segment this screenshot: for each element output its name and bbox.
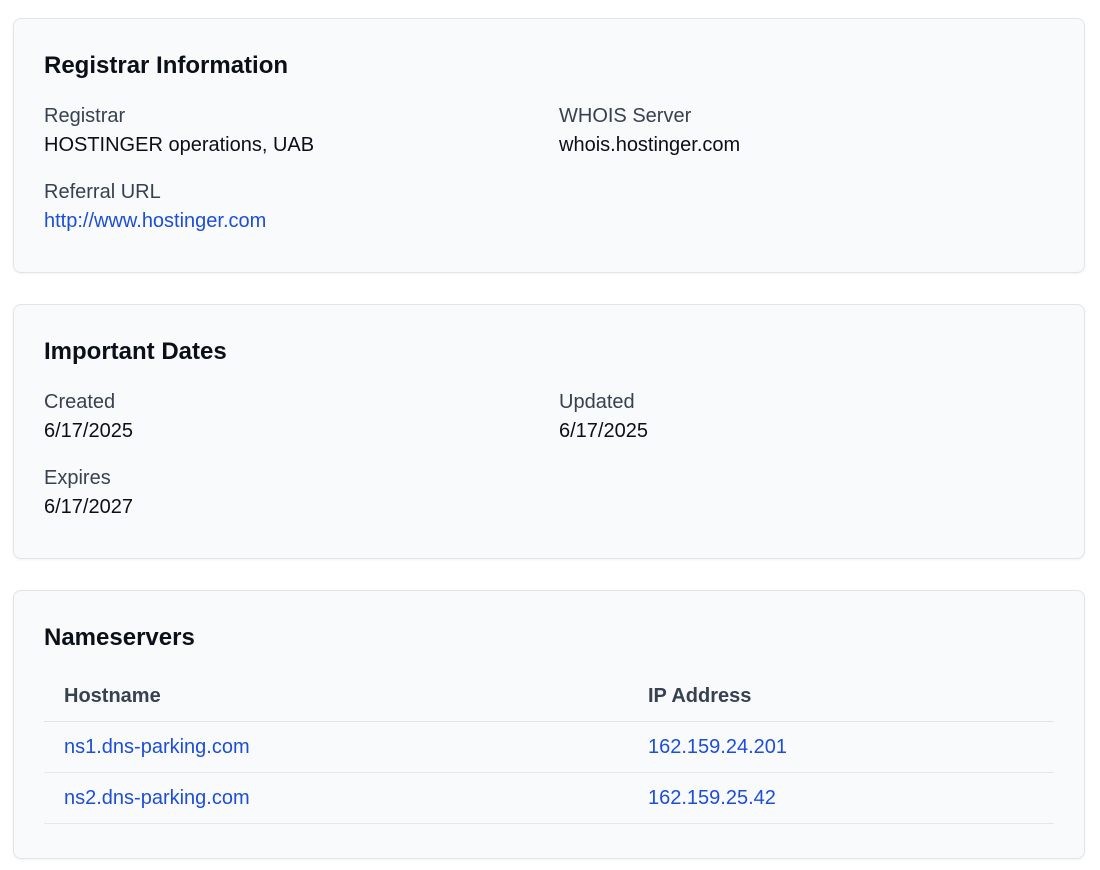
important-dates-title: Important Dates — [44, 338, 227, 365]
hostname-column-header: Hostname — [44, 671, 628, 722]
nameservers-table-body: ns1.dns-parking.com 162.159.24.201 ns2.d… — [44, 721, 1054, 824]
hostname-link[interactable]: ns1.dns-parking.com — [64, 736, 250, 758]
referral-url-label: Referral URL — [44, 181, 161, 203]
hostname-cell: ns1.dns-parking.com — [44, 721, 628, 773]
whois-server-label: WHOIS Server — [559, 105, 692, 127]
ip-address-cell: 162.159.24.201 — [628, 721, 1054, 773]
registrar-information-title: Registrar Information — [44, 52, 289, 79]
hostname-link[interactable]: ns2.dns-parking.com — [64, 787, 250, 809]
registrar-field: Registrar HOSTINGER operations, UAB — [44, 103, 559, 158]
table-row: ns2.dns-parking.com 162.159.25.42 — [44, 772, 1054, 824]
nameservers-table-header: Hostname IP Address — [44, 671, 1054, 722]
expires-label: Expires — [44, 467, 111, 489]
nameservers-table: Hostname IP Address ns1.dns-parking.com … — [44, 671, 1054, 824]
updated-label: Updated — [559, 391, 635, 413]
expires-value: 6/17/2027 — [44, 496, 133, 518]
ip-address-column-header: IP Address — [628, 671, 1054, 722]
created-field: Created 6/17/2025 — [44, 389, 559, 444]
referral-url-link[interactable]: http://www.hostinger.com — [44, 210, 266, 232]
registrar-value: HOSTINGER operations, UAB — [44, 134, 315, 156]
registrar-information-card: Registrar Information Registrar HOSTINGE… — [13, 18, 1085, 273]
expires-field: Expires 6/17/2027 — [44, 465, 559, 520]
important-dates-card: Important Dates Created 6/17/2025 Update… — [13, 304, 1085, 559]
nameservers-title: Nameservers — [44, 624, 195, 651]
dates-fields: Created 6/17/2025 Updated 6/17/2025 Expi… — [44, 389, 1054, 520]
table-header-row: Hostname IP Address — [44, 671, 1054, 722]
hostname-cell: ns2.dns-parking.com — [44, 772, 628, 824]
created-label: Created — [44, 391, 116, 413]
registrar-label: Registrar — [44, 105, 126, 127]
nameservers-card: Nameservers Hostname IP Address ns1.dns-… — [13, 590, 1085, 859]
referral-url-field: Referral URL http://www.hostinger.com — [44, 179, 559, 234]
ip-address-link[interactable]: 162.159.25.42 — [648, 787, 776, 809]
whois-server-field: WHOIS Server whois.hostinger.com — [559, 103, 1054, 158]
ip-address-cell: 162.159.25.42 — [628, 772, 1054, 824]
whois-server-value: whois.hostinger.com — [559, 134, 741, 156]
table-row: ns1.dns-parking.com 162.159.24.201 — [44, 721, 1054, 773]
registrar-fields: Registrar HOSTINGER operations, UAB WHOI… — [44, 103, 1054, 234]
ip-address-link[interactable]: 162.159.24.201 — [648, 736, 787, 758]
created-value: 6/17/2025 — [44, 420, 133, 442]
updated-field: Updated 6/17/2025 — [559, 389, 1054, 444]
whois-page: Registrar Information Registrar HOSTINGE… — [0, 0, 1100, 870]
updated-value: 6/17/2025 — [559, 420, 648, 442]
